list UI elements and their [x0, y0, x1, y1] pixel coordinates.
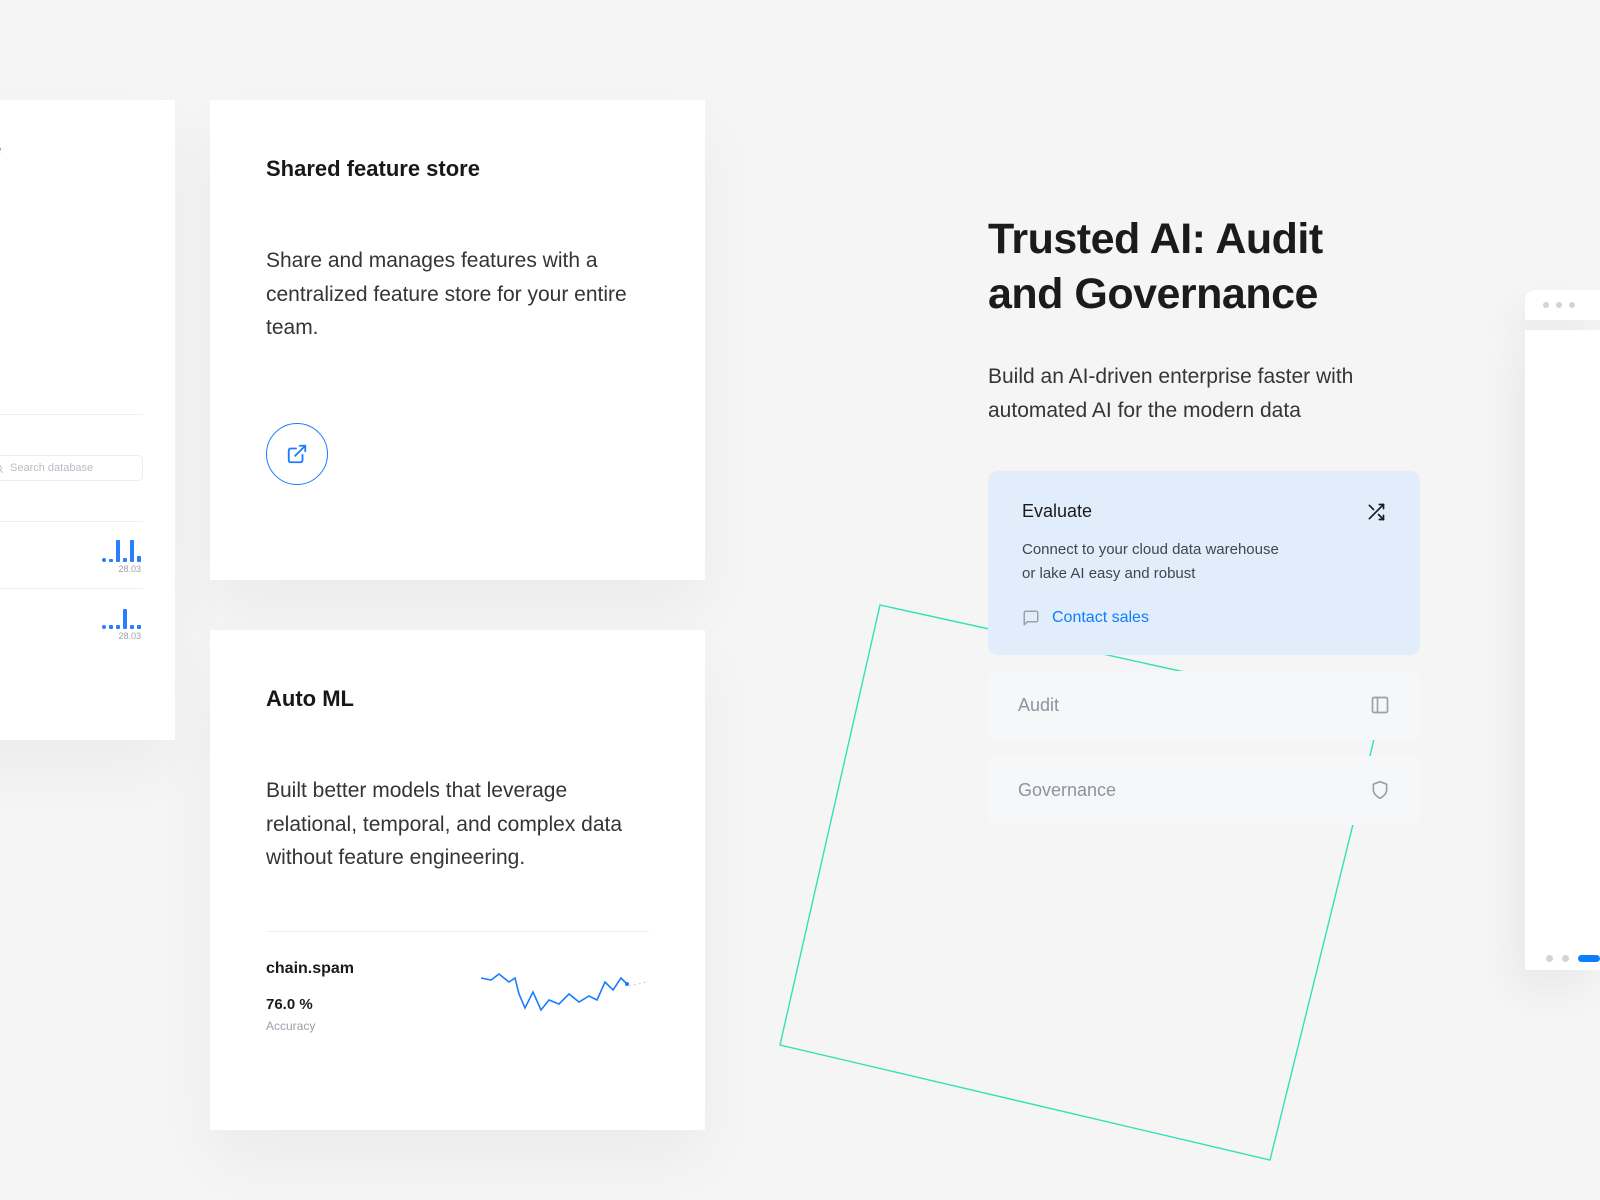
card-title: Auto ML — [266, 686, 649, 712]
option-title: Governance — [1018, 780, 1116, 801]
panel-icon — [1370, 695, 1390, 715]
sparkline-bars — [102, 603, 141, 629]
card-body: Share and manages features with a centra… — [266, 244, 649, 345]
metric-date: 28.03 — [102, 564, 141, 574]
card-shared-feature-store: Shared feature store Share and manages f… — [210, 100, 705, 580]
heading-fragment: clarative — [0, 136, 143, 162]
hero-title: Trusted AI: Audit and Governance — [988, 212, 1433, 322]
option-audit[interactable]: Audit — [988, 671, 1420, 740]
hero-section: Trusted AI: Audit and Governance Build a… — [988, 212, 1433, 841]
partial-card-left: clarative to-end Search database 25.5 k … — [0, 100, 175, 740]
sparkline-bars — [102, 536, 141, 562]
sparkline-chart — [479, 960, 649, 1030]
chart-value: 76.0 % — [266, 996, 354, 1013]
contact-sales-link[interactable]: Contact sales — [1022, 609, 1386, 627]
card-body: Built better models that leverage relati… — [266, 774, 649, 875]
window-traffic-lights — [1525, 290, 1600, 320]
window-body-edge — [1525, 330, 1600, 970]
option-description: Connect to your cloud data warehouse or … — [1022, 538, 1292, 585]
chat-icon — [1022, 609, 1040, 627]
external-link-icon — [286, 443, 308, 465]
mini-chart: chain.spam 76.0 % Accuracy — [266, 931, 649, 1033]
heading-fragment: to-end — [0, 168, 143, 194]
card-title: Shared feature store — [266, 156, 649, 182]
shield-icon — [1370, 780, 1390, 800]
option-title: Audit — [1018, 695, 1059, 716]
option-governance[interactable]: Governance — [988, 756, 1420, 825]
card-auto-ml: Auto ML Built better models that leverag… — [210, 630, 705, 1130]
cta-label: Contact sales — [1052, 609, 1149, 627]
chart-metric-label: Accuracy — [266, 1019, 354, 1033]
chart-name: chain.spam — [266, 960, 354, 978]
metric-row-records: 343.5 k / day Records 28.03 — [0, 588, 143, 655]
shuffle-icon — [1366, 502, 1386, 522]
option-title: Evaluate — [1022, 501, 1092, 522]
search-placeholder: Search database — [10, 462, 93, 474]
hero-subtitle: Build an AI-driven enterprise faster wit… — [988, 360, 1433, 427]
carousel-pager[interactable] — [1546, 955, 1600, 962]
open-link-button[interactable] — [266, 423, 328, 485]
metric-row-predictions: 25.5 k Predictions 28.03 — [0, 521, 143, 588]
search-input[interactable]: Search database — [0, 455, 143, 481]
metric-date: 28.03 — [102, 631, 141, 641]
search-icon — [0, 463, 4, 474]
option-evaluate[interactable]: Evaluate Connect to your cloud data ware… — [988, 471, 1420, 655]
